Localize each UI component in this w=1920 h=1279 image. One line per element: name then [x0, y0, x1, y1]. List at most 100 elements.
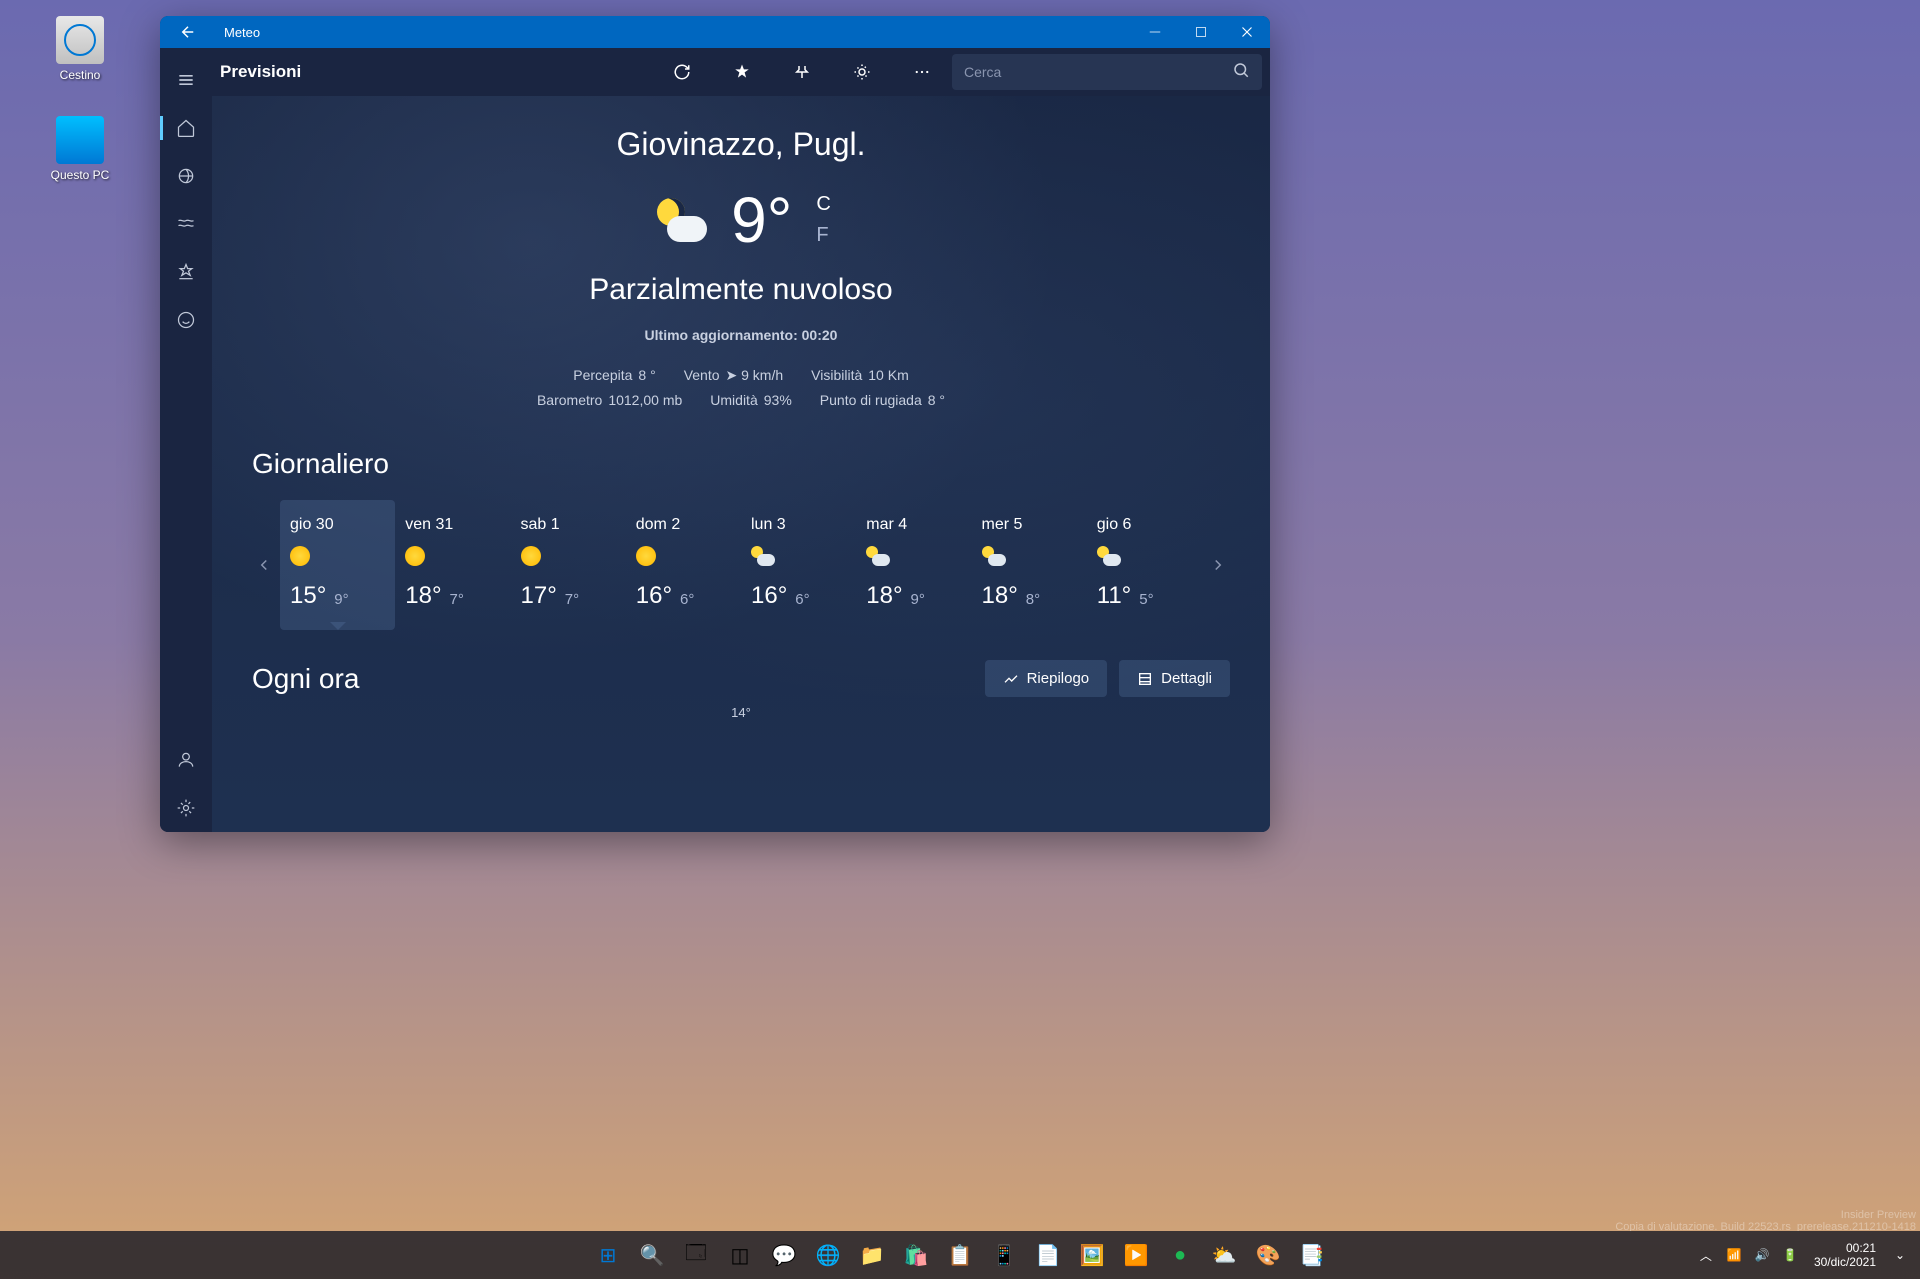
unit-celsius[interactable]: C — [816, 193, 830, 216]
last-updated: Ultimo aggiornamento: 00:20 — [252, 327, 1230, 343]
app-icon-1[interactable]: 📋 — [940, 1235, 980, 1275]
condition-text: Parzialmente nuvoloso — [252, 273, 1230, 307]
humidity-label: Umidità — [710, 392, 757, 408]
day-high: 11° — [1097, 582, 1132, 610]
this-pc[interactable]: Questo PC — [40, 116, 120, 182]
day-card[interactable]: dom 2 16° 6° — [626, 500, 741, 630]
hourly-title: Ogni ora — [252, 663, 359, 695]
day-weather-icon — [290, 546, 385, 566]
feels-like-label: Percepita — [573, 367, 632, 383]
day-card[interactable]: gio 611°5° — [1087, 500, 1202, 630]
day-high: 15° — [290, 582, 326, 610]
back-button[interactable] — [168, 16, 208, 48]
day-card[interactable]: ven 3118°7° — [395, 500, 510, 630]
wind-label: Vento — [684, 367, 720, 383]
evaluation-watermark: Insider Preview Copia di valutazione. Bu… — [1615, 1209, 1916, 1233]
daily-prev-button[interactable] — [252, 525, 276, 605]
summary-button[interactable]: Riepilogo — [985, 660, 1108, 697]
titlebar: Meteo — [160, 16, 1270, 48]
window-title: Meteo — [224, 25, 1132, 40]
day-low: 9° — [911, 591, 925, 610]
tray-volume-icon[interactable]: 🔊 — [1750, 1239, 1774, 1271]
tray-chevron-icon[interactable]: ︿ — [1694, 1239, 1718, 1271]
close-button[interactable] — [1224, 16, 1270, 48]
nav-feedback[interactable] — [160, 296, 212, 344]
nav-settings[interactable] — [160, 784, 212, 832]
main-content: Giovinazzo, Pugl. 9° C F Parzialmente nu… — [212, 96, 1270, 832]
refresh-button[interactable] — [652, 48, 712, 96]
search-box[interactable] — [952, 54, 1262, 90]
details-button[interactable]: Dettagli — [1119, 660, 1230, 697]
hamburger-menu[interactable] — [160, 56, 212, 104]
day-label: mer 5 — [982, 516, 1077, 534]
nav-maps[interactable] — [160, 152, 212, 200]
recycle-bin-icon — [56, 16, 104, 64]
nav-favorites[interactable] — [160, 248, 212, 296]
nav-account[interactable] — [160, 736, 212, 784]
edge-icon[interactable]: 🌐 — [808, 1235, 848, 1275]
day-card[interactable]: sab 117°7° — [511, 500, 626, 630]
day-weather-icon — [866, 546, 961, 566]
start-button[interactable]: ⊞ — [588, 1235, 628, 1275]
explorer-icon[interactable]: 📁 — [852, 1235, 892, 1275]
barometer-value: 1012,00 mb — [608, 392, 682, 408]
tray-network-icon[interactable]: 📶 — [1722, 1239, 1746, 1271]
day-weather-icon — [636, 546, 731, 566]
pc-icon — [56, 116, 104, 164]
day-label: gio 30 — [290, 516, 385, 534]
tray-battery-icon[interactable]: 🔋 — [1778, 1239, 1802, 1271]
more-button[interactable] — [892, 48, 952, 96]
day-card[interactable]: mar 418°9° — [856, 500, 971, 630]
app-icon-3[interactable]: 📄 — [1028, 1235, 1068, 1275]
show-desktop[interactable]: ⌄ — [1888, 1239, 1912, 1271]
day-low: 6° — [680, 591, 694, 610]
search-taskbar-icon[interactable]: 🔍 — [632, 1235, 672, 1275]
favorite-button[interactable] — [712, 48, 772, 96]
media-player-icon[interactable]: ▶️ — [1116, 1235, 1156, 1275]
daily-cards: gio 30 15° 9° ven 3118°7°sab 117°7° dom 2 16°… — [280, 500, 1202, 630]
day-weather-icon — [521, 546, 616, 566]
app-icon-4[interactable]: 🖼️ — [1072, 1235, 1112, 1275]
task-view-icon[interactable]: 🗔 — [676, 1235, 716, 1275]
day-card[interactable]: lun 316°6° — [741, 500, 856, 630]
day-card[interactable]: gio 30 15° 9° — [280, 500, 395, 630]
store-icon[interactable]: 🛍️ — [896, 1235, 936, 1275]
widgets-icon[interactable]: ◫ — [720, 1235, 760, 1275]
nav-forecast[interactable] — [160, 104, 212, 152]
day-low: 9° — [334, 591, 348, 610]
maximize-button[interactable] — [1178, 16, 1224, 48]
day-label: dom 2 — [636, 516, 731, 534]
recycle-bin[interactable]: Cestino — [40, 16, 120, 82]
dewpoint-label: Punto di rugiada — [820, 392, 922, 408]
day-high: 18° — [866, 582, 902, 610]
unit-fahrenheit[interactable]: F — [816, 224, 830, 247]
day-high: 18° — [982, 582, 1018, 610]
clock[interactable]: 00:21 30/dic/2021 — [1806, 1241, 1884, 1270]
day-card[interactable]: mer 518°8° — [972, 500, 1087, 630]
day-high: 18° — [405, 582, 441, 610]
pin-button[interactable] — [772, 48, 832, 96]
nav-historical[interactable] — [160, 200, 212, 248]
location-name: Giovinazzo, Pugl. — [252, 126, 1230, 163]
day-high: 16° — [636, 582, 672, 610]
chat-icon[interactable]: 💬 — [764, 1235, 804, 1275]
humidity-value: 93% — [764, 392, 792, 408]
weather-window: Meteo Previsioni — [160, 16, 1270, 832]
recycle-bin-label: Cestino — [40, 68, 120, 82]
weather-taskbar-icon[interactable]: ⛅ — [1204, 1235, 1244, 1275]
this-pc-label: Questo PC — [40, 168, 120, 182]
search-input[interactable] — [964, 64, 1232, 80]
current-temp: 9° — [731, 183, 792, 257]
app-icon-5[interactable]: 🎨 — [1248, 1235, 1288, 1275]
brightness-button[interactable] — [832, 48, 892, 96]
feels-like-value: 8 ° — [638, 367, 655, 383]
app-icon-2[interactable]: 📱 — [984, 1235, 1024, 1275]
app-icon-6[interactable]: 📑 — [1292, 1235, 1332, 1275]
daily-next-button[interactable] — [1206, 525, 1230, 605]
day-low: 6° — [795, 591, 809, 610]
day-label: lun 3 — [751, 516, 846, 534]
minimize-button[interactable] — [1132, 16, 1178, 48]
barometer-label: Barometro — [537, 392, 602, 408]
toolbar: Previsioni — [212, 48, 1270, 96]
spotify-icon[interactable]: ● — [1160, 1235, 1200, 1275]
